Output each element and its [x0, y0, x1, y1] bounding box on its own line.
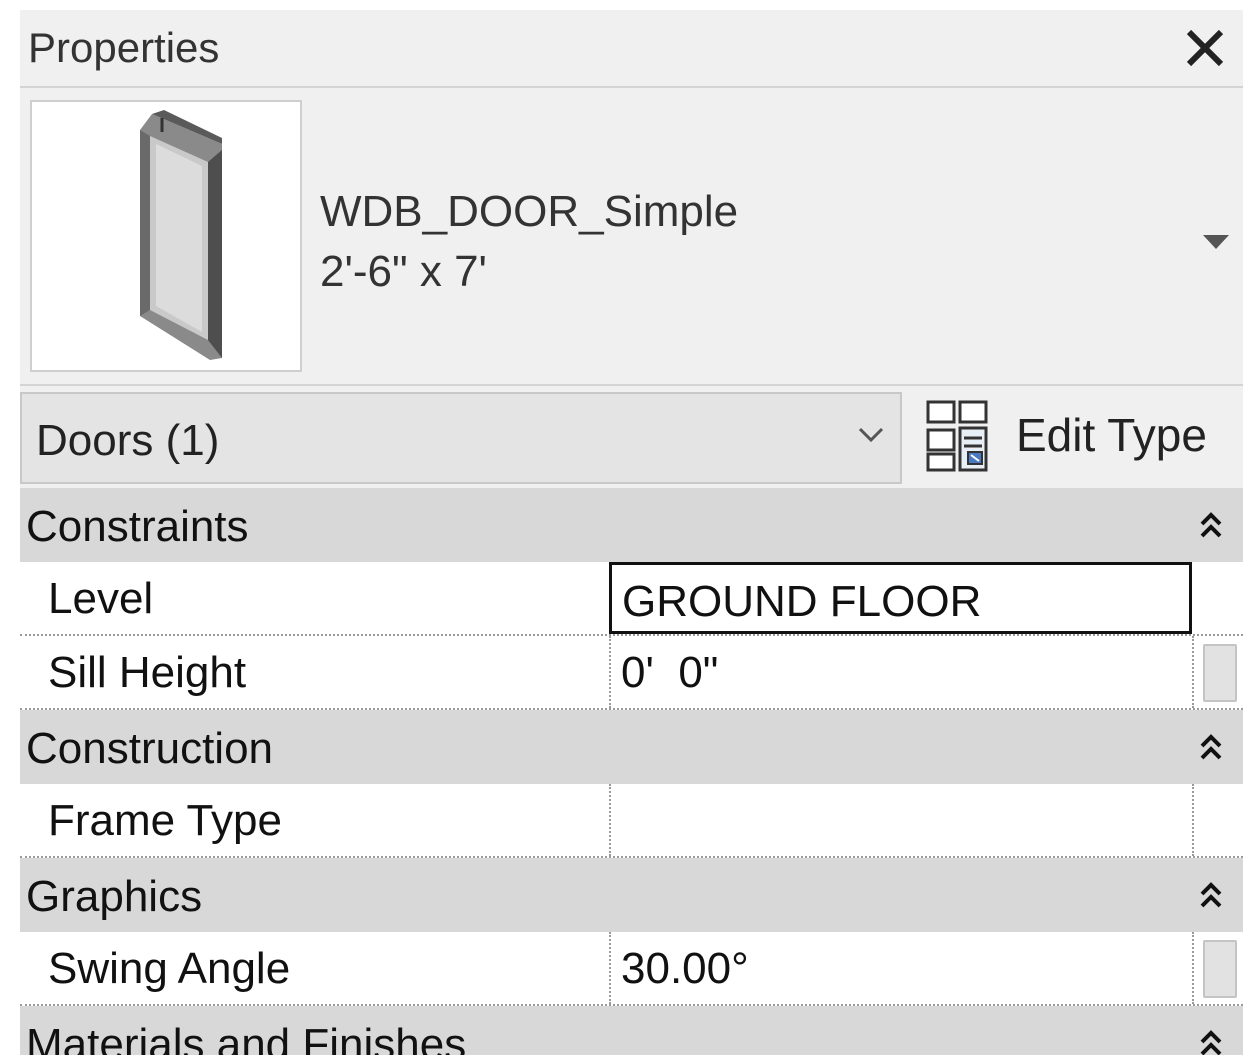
properties-palette: Properties WDB_DOOR_Simple 2'-6" x 7' Do…: [20, 10, 1243, 1055]
property-name: Sill Height: [48, 648, 247, 697]
group-name: Graphics: [26, 872, 203, 921]
chevron-down-icon: [858, 427, 884, 443]
property-value: GROUND FLOOR: [622, 577, 982, 626]
frame-type-browse-cell: [1192, 784, 1243, 856]
group-name: Materials and Finishes: [26, 1020, 467, 1055]
swing-angle-value-field[interactable]: 30.00°: [609, 932, 1192, 1004]
browse-button[interactable]: [1203, 644, 1237, 702]
frame-type-value-field[interactable]: [609, 784, 1192, 856]
family-name: WDB_DOOR_Simple: [320, 187, 739, 236]
door-preview-icon: [140, 110, 222, 360]
group-name: Construction: [26, 724, 274, 773]
collapse-icon: [1200, 512, 1222, 538]
collapse-icon: [1200, 1030, 1222, 1055]
edit-type-button[interactable]: Edit Type: [924, 394, 1243, 484]
property-value: 30.00°: [621, 944, 749, 993]
type-size: 2'-6" x 7': [320, 247, 487, 296]
title-bar: Properties: [20, 10, 1243, 88]
group-constraints[interactable]: Constraints: [20, 488, 1243, 562]
browse-button[interactable]: [1203, 940, 1237, 998]
edit-type-label: Edit Type: [1016, 409, 1207, 461]
filter-label: Doors (1): [36, 416, 220, 465]
group-graphics[interactable]: Graphics: [20, 858, 1243, 932]
palette-title: Properties: [28, 24, 220, 71]
swing-angle-browse-cell: [1192, 932, 1243, 1004]
instance-filter-dropdown[interactable]: Doors (1): [20, 392, 902, 484]
close-icon: [1186, 29, 1224, 67]
property-row-frame-type: Frame Type: [20, 784, 1243, 858]
dropdown-arrow-icon: [1203, 235, 1229, 249]
collapse-icon: [1200, 734, 1222, 760]
collapse-icon: [1200, 882, 1222, 908]
property-name: Level: [48, 574, 154, 623]
close-button[interactable]: [1175, 18, 1235, 78]
group-construction[interactable]: Construction: [20, 710, 1243, 784]
sill-height-browse-cell: [1192, 636, 1243, 708]
level-value-field[interactable]: GROUND FLOOR: [609, 562, 1192, 634]
edit-type-icon: [926, 400, 988, 472]
group-materials-and-finishes[interactable]: Materials and Finishes: [20, 1006, 1243, 1055]
group-name: Constraints: [26, 502, 249, 551]
property-row-swing-angle: Swing Angle 30.00°: [20, 932, 1243, 1006]
property-name: Swing Angle: [48, 944, 291, 993]
sill-height-value-field[interactable]: 0' 0": [609, 636, 1192, 708]
property-name: Frame Type: [48, 796, 282, 845]
type-name: WDB_DOOR_Simple 2'-6" x 7': [320, 182, 738, 302]
property-grid: Constraints Level GROUND FLOOR Sill Heig…: [20, 488, 1243, 1055]
type-selector[interactable]: WDB_DOOR_Simple 2'-6" x 7': [20, 90, 1243, 386]
property-row-level: Level GROUND FLOOR: [20, 562, 1243, 636]
property-row-sill-height: Sill Height 0' 0": [20, 636, 1243, 710]
type-preview: [30, 100, 302, 372]
property-value: 0' 0": [621, 648, 719, 697]
